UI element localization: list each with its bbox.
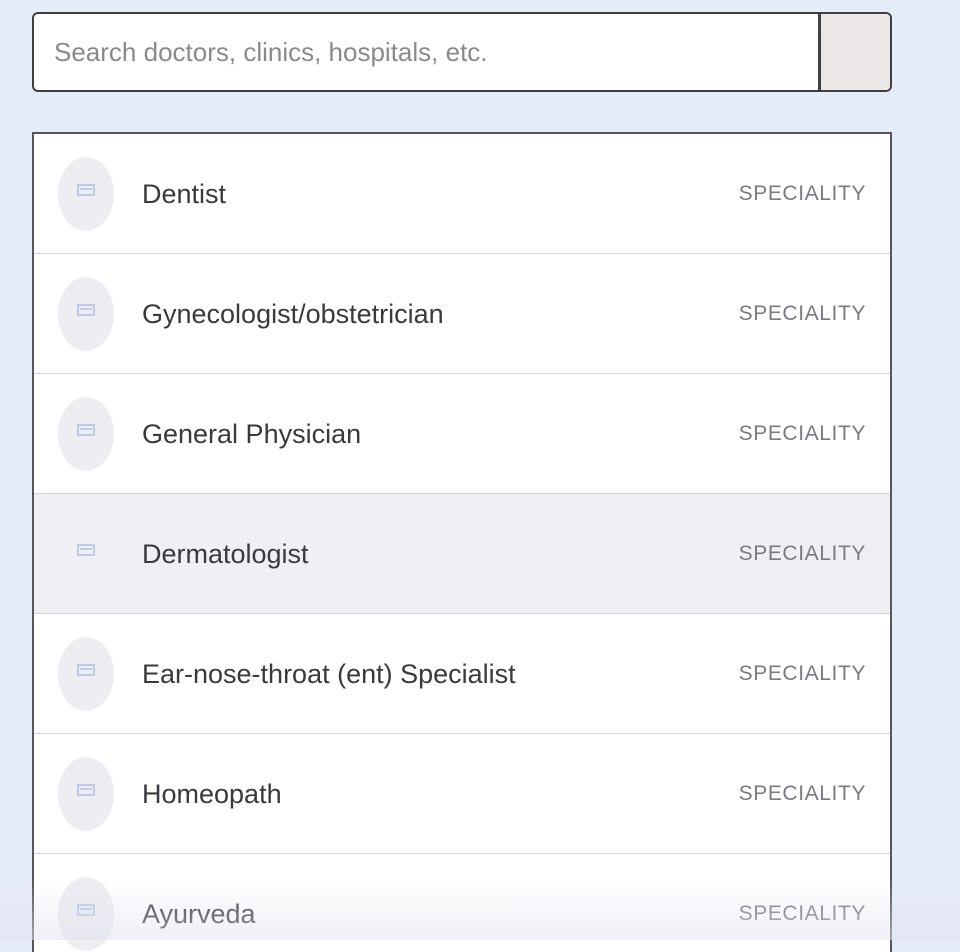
speciality-icon [58,397,114,471]
list-item-label: General Physician [142,419,362,449]
speciality-icon [58,157,114,231]
list-item-label: Ayurveda [142,899,256,929]
search-input[interactable] [34,14,818,90]
list-item-type: SPECIALITY [738,302,866,325]
search-bar [32,12,892,92]
list-item[interactable]: Gynecologist/obstetrician SPECIALITY [34,254,890,374]
list-item[interactable]: General Physician SPECIALITY [34,374,890,494]
speciality-icon [58,277,114,351]
list-item-label: Homeopath [142,779,282,809]
speciality-icon [58,757,114,831]
list-item[interactable]: Ear-nose-throat (ent) Specialist SPECIAL… [34,614,890,734]
list-item-type: SPECIALITY [738,182,866,205]
list-item-type: SPECIALITY [738,662,866,685]
list-item[interactable]: Dentist SPECIALITY [34,134,890,254]
speciality-icon [58,517,114,591]
list-item-label: Gynecologist/obstetrician [142,299,444,329]
speciality-icon [58,637,114,711]
list-item-type: SPECIALITY [738,542,866,565]
list-item-type: SPECIALITY [738,782,866,805]
list-item[interactable]: Ayurveda SPECIALITY [34,854,890,952]
list-item-label: Dermatologist [142,539,309,569]
search-results-list: Dentist SPECIALITY Gynecologist/obstetri… [32,132,892,952]
search-button[interactable] [818,14,890,90]
list-item-highlighted[interactable]: Dermatologist SPECIALITY [34,494,890,614]
list-item-type: SPECIALITY [738,422,866,445]
list-item-type: SPECIALITY [738,902,866,925]
list-item[interactable]: Homeopath SPECIALITY [34,734,890,854]
list-item-label: Ear-nose-throat (ent) Specialist [142,659,516,689]
list-item-label: Dentist [142,179,227,209]
